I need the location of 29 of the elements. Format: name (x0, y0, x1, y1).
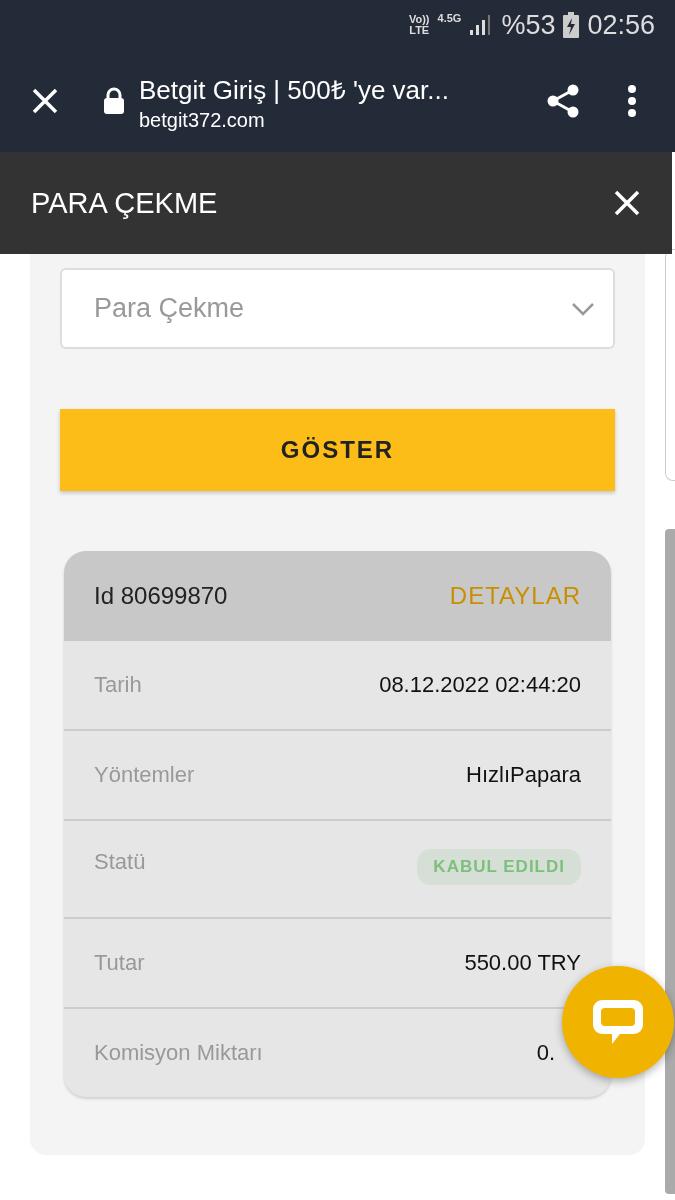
battery-percent: %53 (501, 9, 556, 41)
field-value: HızlıPapara (466, 762, 581, 788)
volte-label: Vo)) (408, 14, 430, 25)
field-label: Tarih (94, 672, 142, 698)
show-button[interactable]: GÖSTER (60, 409, 615, 491)
field-value: 0. (536, 1040, 555, 1066)
field-label: Statü (94, 849, 146, 875)
field-value: 550.00 TRY (464, 950, 581, 976)
lock-icon (103, 87, 125, 115)
details-link[interactable]: DETAYLAR (449, 582, 581, 610)
modal-title: PARA ÇEKME (31, 186, 218, 220)
page-url: betgit372.com (139, 108, 266, 132)
field-value: 08.12.2022 02:44:20 (379, 672, 581, 698)
caret-icon (571, 301, 595, 316)
field-label: Komisyon Miktarı (94, 1040, 263, 1066)
field-label: Yöntemler (94, 762, 195, 788)
page-title: Betgit Giriş | 500₺ 'ye var... (139, 73, 450, 107)
field-label: Tutar (94, 950, 145, 976)
transaction-id: Id 80699870 (94, 582, 228, 610)
share-button[interactable] (545, 83, 581, 119)
status-badge: KABUL EDILDI (417, 849, 581, 885)
type-dropdown[interactable]: Para Çekme (60, 268, 615, 349)
menu-button[interactable] (627, 85, 637, 117)
lte-label: LTE (409, 25, 430, 36)
clock-time: 02:56 (587, 9, 655, 41)
close-button[interactable] (613, 189, 641, 217)
network-label: 4.5G (437, 12, 462, 24)
battery-icon (563, 12, 580, 38)
close-button[interactable] (31, 87, 59, 115)
